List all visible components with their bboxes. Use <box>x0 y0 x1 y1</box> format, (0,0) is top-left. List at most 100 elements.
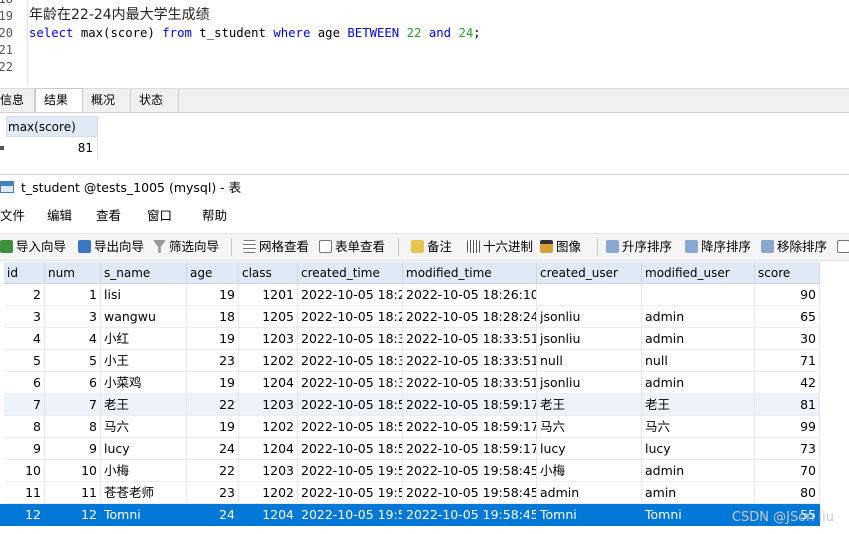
result-column-header[interactable]: max(score) <box>6 116 98 137</box>
table-cell[interactable]: 30 <box>755 328 820 350</box>
table-cell[interactable]: 1204 <box>239 504 298 526</box>
table-cell[interactable]: 18 <box>187 306 239 328</box>
form-view-button[interactable]: 表单查看 <box>319 234 385 260</box>
tab-result-1[interactable]: 结果1 <box>35 88 83 129</box>
table-cell[interactable]: 2022-10-05 18:28 <box>298 306 403 328</box>
table-cell[interactable]: 老王 <box>642 394 755 416</box>
table-cell[interactable]: 7 <box>4 394 45 416</box>
table-cell[interactable]: 苍苍老师 <box>101 482 187 504</box>
memo-button[interactable]: 备注 <box>411 234 452 260</box>
menu-file[interactable]: 文件 <box>0 205 25 227</box>
table-cell[interactable]: 2022-10-05 19:58:45 <box>403 460 537 482</box>
column-header-modified-time[interactable]: modified_time <box>403 262 537 284</box>
table-cell[interactable]: 8 <box>4 416 45 438</box>
table-cell[interactable]: admin <box>642 328 755 350</box>
result-cell[interactable]: 81 <box>6 137 98 159</box>
table-cell[interactable]: 2022-10-05 19:58:45 <box>403 504 537 526</box>
table-cell[interactable]: 2022-10-05 19:58 <box>298 504 403 526</box>
table-cell[interactable]: 73 <box>755 438 820 460</box>
table-cell[interactable]: 65 <box>755 306 820 328</box>
table-cell[interactable]: 老王 <box>101 394 187 416</box>
table-cell[interactable]: 小王 <box>101 350 187 372</box>
table-cell[interactable]: 12 <box>45 504 101 526</box>
table-cell[interactable]: 1201 <box>239 284 298 306</box>
table-cell[interactable]: 1204 <box>239 438 298 460</box>
table-cell[interactable]: 2022-10-05 18:28:24 <box>403 306 537 328</box>
table-cell[interactable]: 24 <box>187 504 239 526</box>
table-cell[interactable]: jsonliu <box>537 306 642 328</box>
table-cell[interactable]: 19 <box>187 416 239 438</box>
table-cell[interactable]: 2022-10-05 18:59:17 <box>403 394 537 416</box>
table-cell[interactable] <box>537 284 642 306</box>
menu-view[interactable]: 查看 <box>96 205 121 227</box>
table-cell[interactable]: 5 <box>4 350 45 372</box>
table-cell[interactable]: 22 <box>187 460 239 482</box>
sql-query-line[interactable]: select max(score) from t_student where a… <box>29 25 481 42</box>
table-cell[interactable]: 小梅 <box>537 460 642 482</box>
filter-wizard-button[interactable]: 筛选向导 <box>153 234 219 260</box>
table-cell[interactable]: lucy <box>537 438 642 460</box>
table-cell[interactable]: 6 <box>4 372 45 394</box>
table-cell[interactable]: 2022-10-05 18:59 <box>298 394 403 416</box>
table-cell[interactable]: 11 <box>4 482 45 504</box>
table-cell[interactable]: 22 <box>187 394 239 416</box>
table-cell[interactable]: admin <box>642 460 755 482</box>
table-cell[interactable]: 71 <box>755 350 820 372</box>
table-cell[interactable]: 2022-10-05 18:33 <box>298 328 403 350</box>
table-cell[interactable]: lisi <box>101 284 187 306</box>
table-cell[interactable]: 1203 <box>239 328 298 350</box>
table-cell[interactable]: 2022-10-05 19:58:45 <box>403 482 537 504</box>
table-cell[interactable]: 小梅 <box>101 460 187 482</box>
menu-help[interactable]: 帮助 <box>202 205 227 227</box>
table-cell[interactable]: 99 <box>755 416 820 438</box>
table-cell[interactable]: 2022-10-05 18:59:17 <box>403 416 537 438</box>
table-cell[interactable]: 2022-10-05 18:59:17 <box>403 438 537 460</box>
table-cell[interactable]: 8 <box>45 416 101 438</box>
table-cell[interactable]: lucy <box>101 438 187 460</box>
table-cell[interactable]: Tomni <box>101 504 187 526</box>
hex-button[interactable]: 十六进制 <box>467 234 533 260</box>
sql-comment-line[interactable]: 年龄在22-24内最大学生成绩 <box>29 7 210 24</box>
table-cell[interactable]: 2022-10-05 18:59 <box>298 416 403 438</box>
remove-sort-button[interactable]: 移除排序 <box>761 234 827 260</box>
sql-editor[interactable]: 18 19 20 21 22 年龄在22-24内最大学生成绩 select ma… <box>0 0 849 84</box>
table-cell[interactable]: 2022-10-05 18:33:51 <box>403 350 537 372</box>
table-cell[interactable]: 90 <box>755 284 820 306</box>
table-cell[interactable]: 2022-10-05 19:58 <box>298 482 403 504</box>
table-cell[interactable]: 19 <box>187 284 239 306</box>
column-header-class[interactable]: class <box>239 262 298 284</box>
column-header-created-user[interactable]: created_user <box>537 262 642 284</box>
table-cell[interactable]: 2022-10-05 18:33 <box>298 372 403 394</box>
table-cell[interactable]: 10 <box>45 460 101 482</box>
table-cell[interactable]: 2022-10-05 18:33:51 <box>403 328 537 350</box>
column-header-age[interactable]: age <box>187 262 239 284</box>
table-cell[interactable]: 19 <box>187 328 239 350</box>
table-cell[interactable]: wangwu <box>101 306 187 328</box>
menu-edit[interactable]: 编辑 <box>47 205 72 227</box>
grid-view-button[interactable]: 网格查看 <box>243 234 309 260</box>
table-cell[interactable]: null <box>642 350 755 372</box>
table-cell[interactable]: admin <box>642 372 755 394</box>
table-cell[interactable]: 4 <box>4 328 45 350</box>
tab-status[interactable]: 状态 <box>131 89 179 112</box>
column-header-modified-user[interactable]: modified_user <box>642 262 755 284</box>
table-cell[interactable]: 4 <box>45 328 101 350</box>
table-cell[interactable]: 3 <box>45 306 101 328</box>
table-cell[interactable]: admin <box>642 306 755 328</box>
table-cell[interactable]: 老王 <box>537 394 642 416</box>
table-cell[interactable]: 10 <box>4 460 45 482</box>
table-cell[interactable]: 11 <box>45 482 101 504</box>
table-cell[interactable]: 3 <box>4 306 45 328</box>
table-cell[interactable]: Tomni <box>537 504 642 526</box>
table-cell[interactable]: 1203 <box>239 394 298 416</box>
table-cell[interactable]: 2 <box>4 284 45 306</box>
table-cell[interactable]: 马六 <box>642 416 755 438</box>
table-cell[interactable]: 6 <box>45 372 101 394</box>
column-header-num[interactable]: num <box>45 262 101 284</box>
table-cell[interactable]: 2022-10-05 19:58 <box>298 460 403 482</box>
table-cell[interactable]: 12 <box>4 504 45 526</box>
sort-descending-button[interactable]: 降序排序 <box>685 234 751 260</box>
export-wizard-button[interactable]: 导出向导 <box>78 234 144 260</box>
table-cell[interactable]: 1 <box>45 284 101 306</box>
table-cell[interactable]: amin <box>642 482 755 504</box>
